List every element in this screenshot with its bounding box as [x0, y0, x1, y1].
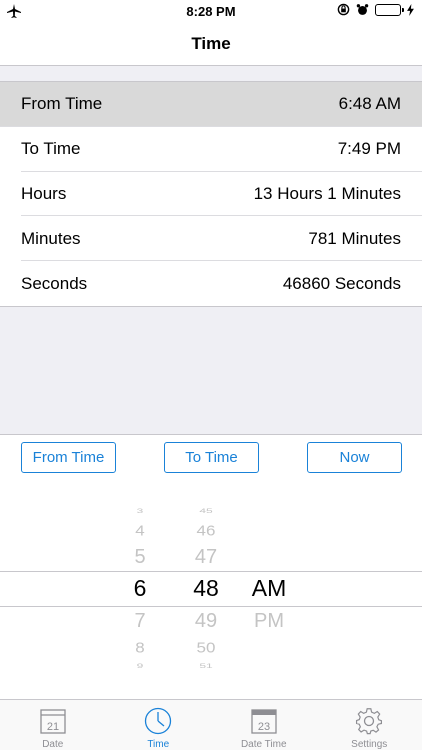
time-picker[interactable]: 3 4 5 6 7 8 9 45 46 47 48 49 50 51 AM PM — [0, 496, 422, 680]
minute-option[interactable]: 47 — [185, 546, 227, 569]
row-label: From Time — [21, 94, 103, 114]
hour-option[interactable]: 4 — [120, 523, 160, 540]
tab-date-time[interactable]: 23 Date Time — [211, 700, 317, 750]
row-hours[interactable]: Hours 13 Hours 1 Minutes — [0, 172, 422, 217]
status-bar: 8:28 PM — [0, 0, 422, 22]
hour-option[interactable]: 9 — [120, 662, 160, 670]
ampm-wheel[interactable]: AM PM — [249, 496, 289, 680]
hour-option[interactable]: 3 — [120, 507, 160, 515]
to-time-button[interactable]: To Time — [164, 442, 259, 473]
hour-option[interactable]: 5 — [120, 546, 160, 569]
tab-date[interactable]: 21 Date — [0, 700, 106, 750]
row-value: 781 Minutes — [308, 228, 401, 248]
minute-wheel[interactable]: 45 46 47 48 49 50 51 — [185, 496, 227, 680]
alarm-icon — [356, 4, 369, 15]
airplane-icon — [6, 3, 22, 19]
hour-option[interactable]: 8 — [120, 640, 160, 657]
row-value: 7:49 PM — [337, 139, 401, 159]
row-label: To Time — [21, 139, 81, 159]
tab-label: Time — [147, 739, 170, 750]
minute-option[interactable]: 45 — [185, 507, 227, 515]
minute-option-selected[interactable]: 48 — [185, 575, 227, 602]
calendar-icon: 23 — [251, 709, 277, 734]
minute-option[interactable]: 51 — [185, 662, 227, 670]
row-value: 6:48 AM — [338, 94, 401, 114]
now-button[interactable]: Now — [307, 442, 402, 473]
calendar-day: 21 — [47, 721, 59, 733]
hour-option-selected[interactable]: 6 — [120, 575, 160, 602]
tab-label: Date — [42, 739, 64, 750]
row-value: 13 Hours 1 Minutes — [253, 183, 401, 203]
row-seconds[interactable]: Seconds 46860 Seconds — [0, 261, 422, 306]
tab-bar: 21 Date Time 23 Date Time Settings — [0, 699, 422, 750]
ampm-option[interactable]: PM — [249, 610, 289, 633]
button-row: From Time To Time Now — [0, 442, 422, 474]
gear-icon — [356, 708, 383, 735]
tab-time[interactable]: Time — [106, 700, 212, 750]
page-title: Time — [191, 33, 231, 53]
results-area: From Time 6:48 AM To Time 7:49 PM Hours … — [0, 66, 422, 435]
minute-option[interactable]: 46 — [185, 523, 227, 540]
row-value: 46860 Seconds — [282, 273, 401, 293]
row-label: Seconds — [21, 273, 88, 293]
row-label: Minutes — [21, 228, 81, 248]
battery-icon — [375, 3, 404, 16]
tab-label: Settings — [351, 739, 388, 750]
status-icons — [337, 3, 414, 16]
tab-settings[interactable]: Settings — [317, 700, 422, 750]
clock-icon — [145, 707, 172, 735]
hour-option[interactable]: 7 — [120, 610, 160, 633]
row-label: Hours — [21, 183, 67, 203]
status-time: 8:28 PM — [186, 3, 236, 19]
rotation-lock-icon — [337, 3, 350, 16]
calendar-day: 23 — [258, 721, 270, 733]
charging-icon — [407, 3, 414, 16]
hour-wheel[interactable]: 3 4 5 6 7 8 9 — [120, 496, 160, 680]
minute-option[interactable]: 49 — [185, 610, 227, 633]
row-to-time[interactable]: To Time 7:49 PM — [0, 127, 422, 172]
results-table: From Time 6:48 AM To Time 7:49 PM Hours … — [0, 81, 422, 307]
row-minutes[interactable]: Minutes 781 Minutes — [0, 216, 422, 261]
navigation-bar: Time — [0, 22, 422, 66]
calendar-icon: 21 — [40, 709, 66, 734]
tab-label: Date Time — [240, 739, 287, 750]
row-from-time[interactable]: From Time 6:48 AM — [0, 82, 422, 127]
minute-option[interactable]: 50 — [185, 640, 227, 657]
from-time-button[interactable]: From Time — [21, 442, 116, 473]
ampm-option-selected[interactable]: AM — [249, 575, 289, 602]
